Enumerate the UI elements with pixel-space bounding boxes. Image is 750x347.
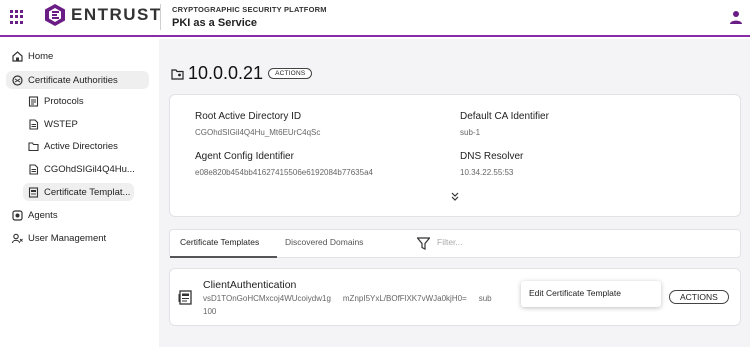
sidebar-item-label: Home — [28, 51, 54, 62]
user-account-icon[interactable] — [729, 10, 743, 24]
document-icon — [29, 119, 39, 130]
folder-icon — [28, 142, 39, 152]
top-header: ENTRUST CRYPTOGRAPHIC SECURITY PLATFORM … — [0, 0, 750, 37]
row-actions-button[interactable]: ACTIONS — [669, 290, 729, 304]
platform-name: CRYPTOGRAPHIC SECURITY PLATFORM — [172, 5, 327, 14]
document-icon — [29, 164, 39, 175]
sidebar-item-certificate-authorities[interactable]: Certificate Authorities — [6, 71, 149, 89]
tabs-bar: Certificate Templates Discovered Domains… — [169, 229, 741, 258]
template-id: vsD1TOnGoHCMxcoj4WUcoiydw1g — [203, 294, 331, 303]
sidebar-item-label: Certificate Templat... — [44, 186, 131, 198]
filter-input[interactable]: Filter... — [437, 237, 463, 247]
sidebar-item-home[interactable]: Home — [12, 51, 53, 62]
sidebar-item-label: WSTEP — [44, 119, 78, 130]
user-management-icon — [12, 233, 23, 244]
agent-config-value: e08e820b454bb41627415506e6192084b77635a4 — [195, 168, 373, 177]
template-meta: vsD1TOnGoHCMxcoj4WUcoiydw1g mZnpI5YxL/BOf… — [203, 294, 504, 303]
entrust-hexagon-icon — [45, 4, 65, 26]
details-card: Root Active Directory ID CGOhdSIGil4Q4Hu… — [169, 94, 741, 217]
template-name: ClientAuthentication — [203, 279, 297, 291]
entrust-logo[interactable]: ENTRUST — [44, 3, 162, 27]
sidebar-item-label: Active Directories — [44, 141, 118, 152]
tab-discovered-domains[interactable]: Discovered Domains — [285, 230, 385, 258]
dns-resolver-value: 10.34.22.55:53 — [460, 168, 514, 177]
home-icon — [12, 51, 23, 62]
sidebar-item-active-directories[interactable]: Active Directories — [28, 141, 118, 152]
sidebar-item-certificate-templates[interactable]: Certificate Templat... — [23, 183, 134, 201]
default-ca-label: Default CA Identifier — [460, 111, 549, 122]
template-ca: sub — [478, 294, 492, 303]
app-grid-icon[interactable] — [10, 10, 24, 24]
protocols-icon — [28, 96, 39, 107]
template-hash: mZnpI5YxL/BOfFlXK7vWJa0kjH0= — [342, 294, 467, 303]
sidebar: Home Certificate Authorities Protocols W… — [0, 39, 159, 347]
template-icon — [28, 186, 39, 198]
brand-name: ENTRUST — [71, 5, 162, 24]
product-name: PKI as a Service — [172, 17, 258, 29]
expand-chevron-icon[interactable] — [451, 192, 459, 202]
agents-icon — [12, 210, 23, 221]
sidebar-item-label: Certificate Authorities — [28, 74, 118, 86]
root-ad-value: CGOhdSIGil4Q4Hu_Mt6EUrC4qSc — [195, 128, 321, 137]
tab-certificate-templates[interactable]: Certificate Templates — [170, 230, 277, 258]
actions-button[interactable]: ACTIONS — [268, 68, 313, 79]
menu-item-edit-certificate-template[interactable]: Edit Certificate Template — [529, 288, 653, 298]
sidebar-item-label: User Management — [28, 233, 107, 244]
sidebar-item-user-management[interactable]: User Management — [12, 233, 106, 244]
default-ca-value: sub-1 — [460, 128, 481, 137]
sidebar-item-label: CGOhdSIGil4Q4Hu... — [44, 164, 135, 175]
template-validity: 100 — [203, 307, 217, 316]
page-title: 10.0.0.21 — [188, 63, 264, 83]
folder-shared-icon — [171, 68, 184, 80]
main-content: 10.0.0.21 ACTIONS Root Active Directory … — [159, 39, 750, 347]
root-ad-label: Root Active Directory ID — [195, 111, 302, 122]
page-title-row: 10.0.0.21 ACTIONS — [171, 63, 313, 84]
header-divider — [160, 4, 161, 30]
agent-config-label: Agent Config Identifier — [195, 151, 294, 162]
filter-icon[interactable] — [417, 237, 430, 250]
dns-resolver-label: DNS Resolver — [460, 151, 524, 162]
certificate-template-icon — [178, 290, 192, 305]
sidebar-item-protocols[interactable]: Protocols — [28, 96, 84, 107]
sidebar-item-agents[interactable]: Agents — [12, 210, 58, 221]
actions-menu: Edit Certificate Template — [521, 281, 661, 307]
sidebar-item-label: Agents — [28, 210, 58, 221]
ca-icon — [12, 74, 23, 86]
sidebar-item-wstep[interactable]: WSTEP — [28, 119, 78, 130]
sidebar-item-directory[interactable]: CGOhdSIGil4Q4Hu... — [28, 164, 135, 175]
sidebar-item-label: Protocols — [44, 96, 84, 107]
